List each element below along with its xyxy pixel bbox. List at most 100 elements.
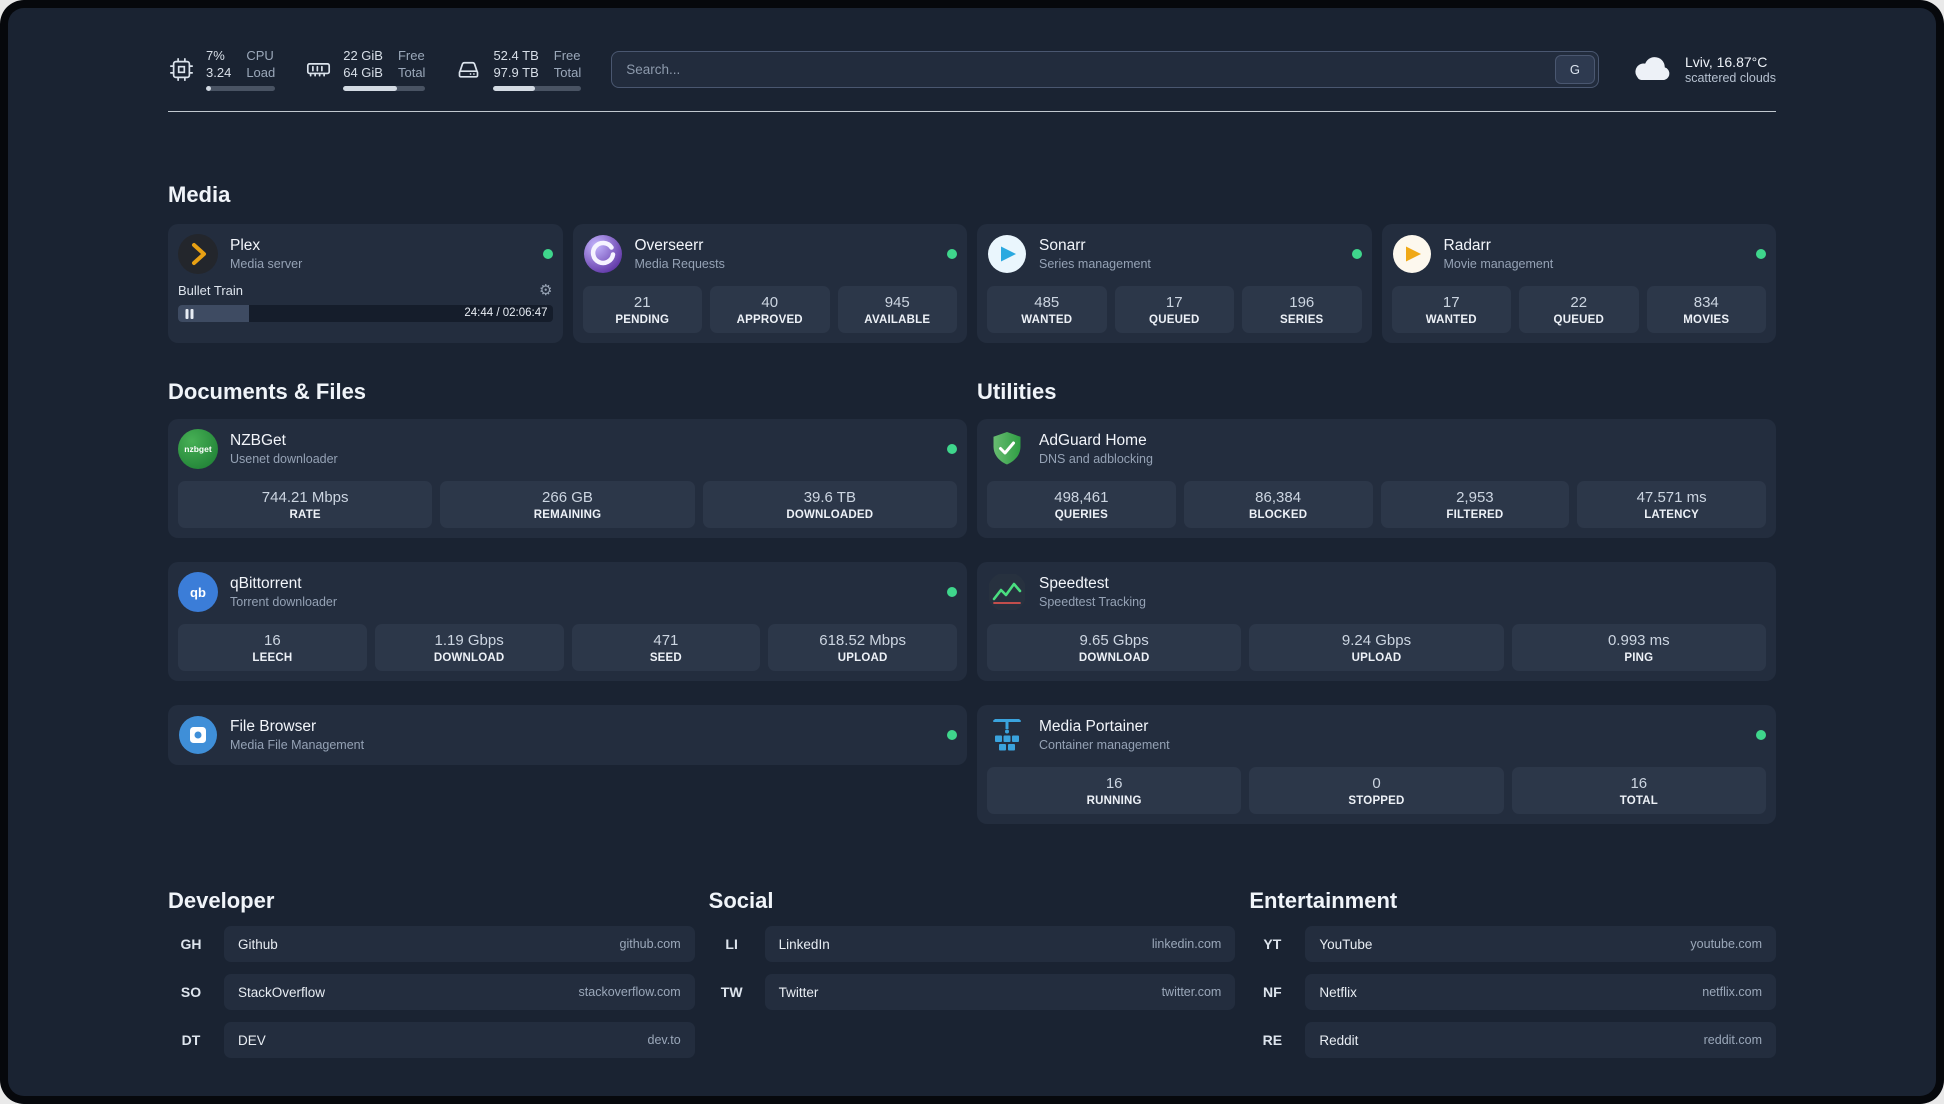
card-title: Sonarr bbox=[1039, 237, 1086, 254]
stat-download: 1.19 Gbps DOWNLOAD bbox=[374, 624, 564, 671]
memory-progress-bar bbox=[343, 86, 426, 91]
card-subtitle: Speedtest Tracking bbox=[1039, 595, 1147, 609]
bookmark-name: Reddit bbox=[1319, 1032, 1359, 1048]
cpu-label-2: Load bbox=[246, 65, 276, 80]
card-title: Overseerr bbox=[634, 237, 704, 254]
card-title: NZBGet bbox=[230, 432, 286, 449]
search-input[interactable] bbox=[612, 51, 1555, 87]
weather-widget: Lviv, 16.87°C scattered clouds bbox=[1629, 54, 1776, 85]
gear-icon[interactable]: ⚙ bbox=[539, 283, 552, 298]
memory-resource-widget: 22 GiB Free 64 GiB Total bbox=[305, 47, 426, 91]
disk-resource-widget: 52.4 TB Free 97.9 TB Total bbox=[455, 47, 582, 91]
card-subtitle: Media server bbox=[230, 257, 303, 271]
portainer-card[interactable]: Media Portainer Container management 16 … bbox=[977, 705, 1776, 824]
disk-label-1: Free bbox=[553, 48, 581, 63]
documents-section-heading: Documents & Files bbox=[168, 379, 367, 404]
bookmark-youtube[interactable]: YT YouTube youtube.com bbox=[1249, 926, 1776, 962]
developer-section-heading: Developer bbox=[168, 888, 275, 913]
bookmark-stackoverflow[interactable]: SO StackOverflow stackoverflow.com bbox=[168, 974, 695, 1010]
bookmark-name: Netflix bbox=[1319, 984, 1357, 1000]
bookmark-dev[interactable]: DT DEV dev.to bbox=[168, 1022, 695, 1058]
speedtest-icon bbox=[987, 572, 1027, 612]
entertainment-section-heading: Entertainment bbox=[1249, 888, 1398, 913]
card-subtitle: Series management bbox=[1039, 257, 1151, 271]
search-provider-button[interactable]: G bbox=[1554, 54, 1595, 84]
topbar: 7% CPU 3.24 Load 22 GiB Free 64 GiB Tota… bbox=[168, 42, 1776, 96]
cpu-progress-fill bbox=[206, 86, 211, 91]
bookmark-name: LinkedIn bbox=[778, 936, 830, 952]
stat-total: 16 TOTAL bbox=[1511, 767, 1766, 814]
card-title: Speedtest bbox=[1039, 575, 1109, 592]
card-subtitle: Torrent downloader bbox=[230, 595, 338, 609]
memory-progress-fill bbox=[343, 86, 398, 91]
disk-total-value: 97.9 TB bbox=[493, 65, 539, 80]
bookmark-twitter[interactable]: TW Twitter twitter.com bbox=[709, 974, 1236, 1010]
stat-rate: 744.21 Mbps RATE bbox=[178, 481, 433, 528]
bookmark-url: github.com bbox=[619, 937, 681, 951]
bookmark-abbr: TW bbox=[720, 984, 743, 1000]
stat-ping: 0.993 ms PING bbox=[1511, 624, 1766, 671]
nzbget-card[interactable]: nzbget NZBGet Usenet downloader 744.21 M… bbox=[168, 419, 967, 538]
bookmark-abbr: LI bbox=[725, 936, 738, 952]
stat-leech: 16 LEECH bbox=[178, 624, 367, 671]
stat-wanted: 17 WANTED bbox=[1391, 286, 1511, 333]
speedtest-card[interactable]: Speedtest Speedtest Tracking 9.65 Gbps D… bbox=[977, 562, 1776, 681]
plex-card[interactable]: Plex Media server Bullet Train ⚙ 24:44 /… bbox=[168, 224, 563, 343]
card-subtitle: DNS and adblocking bbox=[1039, 452, 1153, 466]
bookmark-github[interactable]: GH Github github.com bbox=[168, 926, 695, 962]
overseerr-card[interactable]: Overseerr Media Requests 21 PENDING 40 A… bbox=[572, 224, 967, 343]
stat-available: 945 AVAILABLE bbox=[837, 286, 957, 333]
pause-icon[interactable] bbox=[185, 309, 194, 319]
status-dot bbox=[542, 249, 553, 259]
memory-icon bbox=[307, 62, 331, 77]
topbar-divider bbox=[168, 111, 1776, 112]
bookmark-reddit[interactable]: RE Reddit reddit.com bbox=[1249, 1022, 1776, 1058]
qbittorrent-icon: qb bbox=[178, 572, 218, 612]
dashboard-page: 7% CPU 3.24 Load 22 GiB Free 64 GiB Tota… bbox=[8, 8, 1936, 1096]
memory-total-value: 64 GiB bbox=[343, 65, 383, 80]
bookmark-abbr: RE bbox=[1262, 1032, 1283, 1048]
stat-latency: 47.571 ms LATENCY bbox=[1577, 481, 1766, 528]
memory-label-1: Free bbox=[397, 48, 425, 63]
adguard-card[interactable]: AdGuard Home DNS and adblocking 498,461 … bbox=[977, 419, 1776, 538]
cpu-load-value: 3.24 bbox=[206, 65, 232, 80]
disk-progress-bar bbox=[493, 86, 582, 91]
bookmark-abbr: YT bbox=[1263, 936, 1282, 952]
card-title: Plex bbox=[230, 237, 261, 254]
stat-remaining: 266 GB REMAINING bbox=[440, 481, 695, 528]
bookmark-name: DEV bbox=[238, 1032, 266, 1048]
developer-bookmarks: Developer GH Github github.com SO StackO… bbox=[168, 888, 695, 1058]
card-subtitle: Movie management bbox=[1443, 257, 1554, 271]
status-dot bbox=[947, 730, 957, 740]
bookmark-linkedin[interactable]: LI LinkedIn linkedin.com bbox=[709, 926, 1236, 962]
cpu-percent: 7% bbox=[206, 48, 225, 63]
stat-running: 16 RUNNING bbox=[987, 767, 1242, 814]
entertainment-bookmarks: Entertainment YT YouTube youtube.com NF … bbox=[1249, 888, 1776, 1058]
disk-progress-fill bbox=[493, 86, 535, 91]
playback-time: 24:44 / 02:06:47 bbox=[464, 307, 548, 319]
cloud-icon bbox=[1635, 57, 1670, 80]
bookmark-netflix[interactable]: NF Netflix netflix.com bbox=[1249, 974, 1776, 1010]
portainer-icon bbox=[987, 715, 1027, 755]
disk-label-2: Total bbox=[553, 65, 582, 80]
bookmark-abbr: DT bbox=[181, 1032, 201, 1048]
status-dot bbox=[947, 444, 957, 454]
bookmark-name: Github bbox=[238, 936, 278, 952]
adguard-icon bbox=[987, 429, 1027, 469]
media-grid: Plex Media server Bullet Train ⚙ 24:44 /… bbox=[168, 224, 1776, 343]
filebrowser-icon bbox=[178, 715, 218, 755]
radarr-card[interactable]: Radarr Movie management 17 WANTED 22 QUE… bbox=[1381, 224, 1776, 343]
memory-label-2: Total bbox=[397, 65, 426, 80]
sonarr-card[interactable]: Sonarr Series management 485 WANTED 17 Q… bbox=[977, 224, 1372, 343]
qbittorrent-card[interactable]: qb qBittorrent Torrent downloader 16 LEE… bbox=[168, 562, 967, 681]
documents-column: Documents & Files nzbget NZBGet Usenet d… bbox=[168, 379, 967, 765]
filebrowser-card[interactable]: File Browser Media File Management bbox=[168, 705, 967, 765]
card-subtitle: Usenet downloader bbox=[230, 452, 338, 466]
stat-seed: 471 SEED bbox=[571, 624, 761, 671]
overseerr-icon bbox=[583, 234, 623, 274]
card-subtitle: Media File Management bbox=[230, 738, 365, 752]
search-bar: G bbox=[611, 50, 1599, 88]
weather-location: Lviv, 16.87°C bbox=[1684, 53, 1768, 70]
status-dot bbox=[1351, 249, 1362, 259]
stat-movies: 834 MOVIES bbox=[1646, 286, 1766, 333]
